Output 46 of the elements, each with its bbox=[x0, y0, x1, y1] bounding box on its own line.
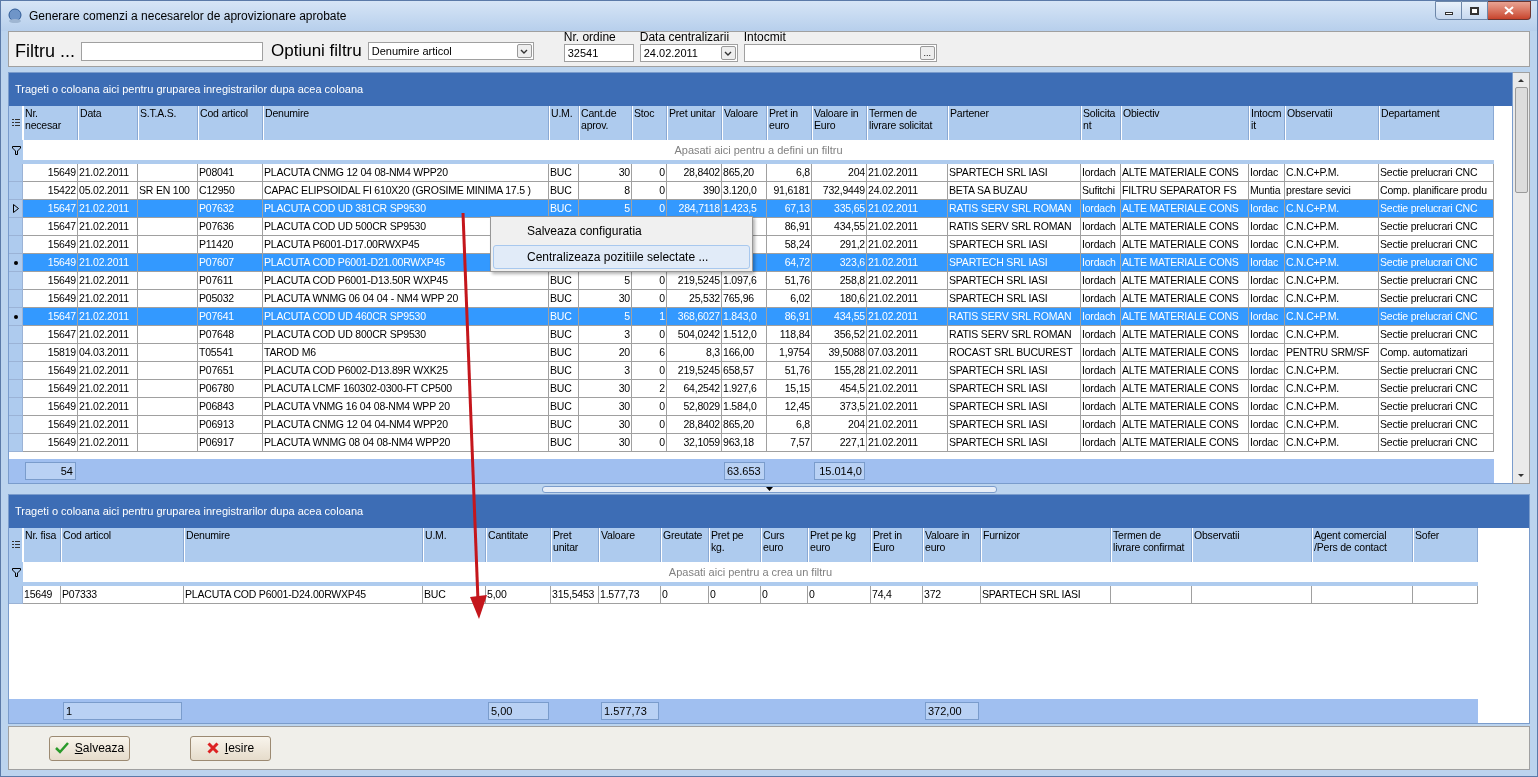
table-cell: 30 bbox=[579, 434, 632, 452]
table-cell: 7,57 bbox=[767, 434, 812, 452]
table-cell: P06917 bbox=[198, 434, 263, 452]
filter-label: Filtru ... bbox=[15, 40, 75, 62]
summary-field: 1 bbox=[63, 702, 182, 720]
order-number-label: Nr. ordine bbox=[563, 31, 617, 44]
group-by-hint: Trageti o coloana aici pentru gruparea inregistrarilor dupa acea coloana bbox=[15, 82, 364, 98]
filter-options-label: Optiuni filtru bbox=[271, 40, 362, 62]
table-cell: 227,1 bbox=[812, 434, 867, 452]
table-cell: 5,00 bbox=[486, 586, 551, 604]
table-cell: 21.02.2011 bbox=[78, 434, 138, 452]
window-title: Generare comenzi a necesarelor de aprovizionare aprobate bbox=[29, 8, 347, 25]
summary-field: 1.577,73 bbox=[601, 702, 659, 720]
table-cell: 315,5453 bbox=[551, 586, 599, 604]
table-cell: Iordac bbox=[1249, 434, 1285, 452]
date-label: Data centralizarii bbox=[639, 31, 731, 44]
table-cell: 963,18 bbox=[722, 434, 767, 452]
table-cell: 0 bbox=[808, 586, 871, 604]
table-cell: 15649 bbox=[23, 434, 78, 452]
table-cell: Sectie prelucrari CNC bbox=[1379, 434, 1494, 452]
table-cell: 74,4 bbox=[871, 586, 923, 604]
table-cell: 1.577,73 bbox=[599, 586, 661, 604]
table-cell: SPARTECH SRL IASI bbox=[981, 586, 1111, 604]
table-cell: BUC bbox=[549, 434, 579, 452]
summary-field: 54 bbox=[25, 462, 76, 480]
summary-field: 15.014,0 bbox=[814, 462, 865, 480]
table-cell: PLACUTA WNMG 08 04 08-NM4 WPP20 bbox=[263, 434, 549, 452]
author-label: Intocmit bbox=[743, 31, 787, 44]
table-cell: 32,1059 bbox=[667, 434, 722, 452]
table-cell: 0 bbox=[661, 586, 709, 604]
summary-field: 63.653 bbox=[724, 462, 765, 480]
table-cell: ALTE MATERIALE CONS bbox=[1121, 434, 1249, 452]
table-cell: SPARTECH SRL IASI bbox=[948, 434, 1081, 452]
summary-field: 5,00 bbox=[488, 702, 549, 720]
summary-field: 372,00 bbox=[925, 702, 979, 720]
table-cell: Iordach bbox=[1081, 434, 1121, 452]
group-by-hint: Trageti o coloana aici pentru gruparea inregistrarilor dupa acea coloana bbox=[15, 504, 364, 520]
table-cell: C.N.C+P.M. bbox=[1285, 434, 1379, 452]
table-cell: PLACUTA COD P6001-D24.00RWXP45 bbox=[184, 586, 423, 604]
table-cell: 21.02.2011 bbox=[867, 434, 948, 452]
table-cell: 15649 bbox=[23, 586, 61, 604]
table-cell: 0 bbox=[632, 434, 667, 452]
table-cell: 372 bbox=[923, 586, 981, 604]
table-cell: 0 bbox=[709, 586, 761, 604]
table-cell: P07333 bbox=[61, 586, 184, 604]
table-cell: 0 bbox=[761, 586, 808, 604]
